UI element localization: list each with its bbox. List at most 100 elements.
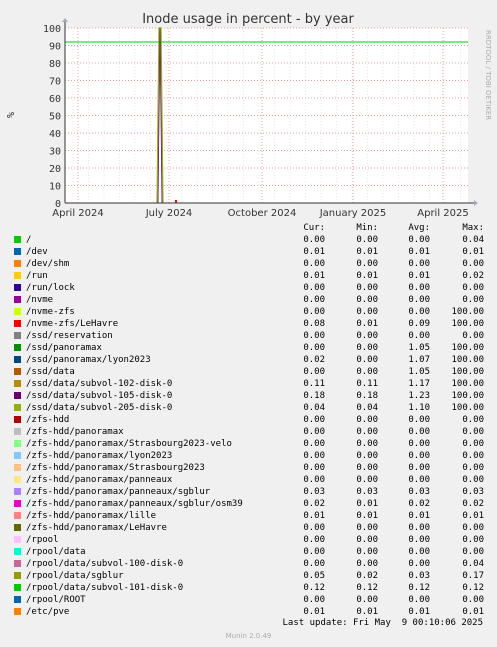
legend-avg-value: 0.00 xyxy=(408,475,430,485)
legend-max-value: 0.02 xyxy=(462,271,484,281)
legend-max-value: 0.00 xyxy=(462,415,484,425)
legend-label: /zfs-hdd/panoramax xyxy=(26,427,124,437)
legend-max-value: 0.17 xyxy=(462,571,484,581)
legend-row: /ssd/panoramax/lyon2023 0.02 0.00 1.07 100.0… xyxy=(0,354,497,366)
legend-avg-value: 0.00 xyxy=(408,307,430,317)
legend-cur-value: 0.08 xyxy=(303,319,325,329)
legend-min-value: 0.01 xyxy=(356,607,378,617)
legend-min-value: 0.00 xyxy=(356,535,378,545)
legend-label: /rpool/data/sgblur xyxy=(26,571,124,581)
legend-cur-value: 0.00 xyxy=(303,295,325,305)
legend-avg-value: 1.23 xyxy=(408,391,430,401)
legend-min-value: 0.11 xyxy=(356,379,378,389)
y-tick-label: 100 xyxy=(43,24,61,35)
legend-row: /etc/pve 0.01 0.01 0.01 0.01 xyxy=(0,606,497,618)
legend-avg-value: 0.02 xyxy=(408,499,430,509)
legend-min-value: 0.02 xyxy=(356,571,378,581)
munin-version: Munin 2.0.49 xyxy=(225,632,272,640)
legend-header-min: Min: xyxy=(356,223,378,233)
legend-min-value: 0.18 xyxy=(356,391,378,401)
legend-max-value: 0.02 xyxy=(462,499,484,509)
legend-min-value: 0.00 xyxy=(356,475,378,485)
legend-min-value: 0.00 xyxy=(356,367,378,377)
legend-min-value: 0.01 xyxy=(356,247,378,257)
y-tick-label: 40 xyxy=(49,129,61,140)
legend-max-value: 0.01 xyxy=(462,247,484,257)
legend-cur-value: 0.00 xyxy=(303,451,325,461)
legend-max-value: 0.00 xyxy=(462,475,484,485)
legend-cur-value: 0.00 xyxy=(303,283,325,293)
legend-swatch xyxy=(14,560,21,567)
legend-avg-value: 0.03 xyxy=(408,487,430,497)
legend-swatch xyxy=(14,572,21,579)
legend-max-value: 0.03 xyxy=(462,487,484,497)
legend-label: /ssd/panoramax xyxy=(26,343,102,353)
legend-row: / 0.00 0.00 0.00 0.04 xyxy=(0,234,497,246)
legend-cur-value: 0.00 xyxy=(303,463,325,473)
legend-avg-value: 0.00 xyxy=(408,427,430,437)
legend-label: /ssd/data/subvol-102-disk-0 xyxy=(26,379,173,389)
legend-swatch xyxy=(14,476,21,483)
legend-min-value: 0.00 xyxy=(356,547,378,557)
legend-max-value: 0.12 xyxy=(462,583,484,593)
legend-cur-value: 0.00 xyxy=(303,427,325,437)
legend-rows: / 0.00 0.00 0.00 0.04/dev 0.01 0.01 0.01 0.01/de… xyxy=(0,234,497,618)
legend-swatch xyxy=(14,428,21,435)
legend-row: /ssd/data/subvol-105-disk-0 0.18 0.18 1.23 1… xyxy=(0,390,497,402)
legend-label: /ssd/reservation xyxy=(26,331,113,341)
legend-label: /ssd/data xyxy=(26,367,75,377)
legend-cur-value: 0.00 xyxy=(303,415,325,425)
legend-row: /zfs-hdd/panoramax/lyon2023 0.00 0.00 0.00 0… xyxy=(0,450,497,462)
legend-min-value: 0.12 xyxy=(356,583,378,593)
legend-avg-value: 0.09 xyxy=(408,319,430,329)
legend-max-value: 0.00 xyxy=(462,331,484,341)
legend-swatch xyxy=(14,416,21,423)
legend-label: /ssd/data/subvol-205-disk-0 xyxy=(26,403,173,413)
legend-avg-value: 0.00 xyxy=(408,547,430,557)
legend-row: /ssd/reservation 0.00 0.00 0.00 0.00 xyxy=(0,330,497,342)
legend-row: /run 0.01 0.01 0.01 0.02 xyxy=(0,270,497,282)
legend-max-value: 0.00 xyxy=(462,463,484,473)
legend-label: /zfs-hdd/panoramax/panneaux/sgblur/osm39 xyxy=(26,499,243,509)
legend-avg-value: 0.00 xyxy=(408,235,430,245)
legend-cur-value: 0.01 xyxy=(303,511,325,521)
legend-label: /nvme-zfs xyxy=(26,307,75,317)
legend-cur-value: 0.00 xyxy=(303,595,325,605)
legend-min-value: 0.00 xyxy=(356,595,378,605)
legend-min-value: 0.01 xyxy=(356,511,378,521)
legend-label: /zfs-hdd xyxy=(26,415,70,425)
legend-row: /zfs-hdd/panoramax/panneaux/sgblur/osm39… xyxy=(0,498,497,510)
legend-cur-value: 0.12 xyxy=(303,583,325,593)
legend-swatch xyxy=(14,320,21,327)
legend-min-value: 0.03 xyxy=(356,487,378,497)
legend-min-value: 0.00 xyxy=(356,283,378,293)
legend-avg-value: 0.00 xyxy=(408,259,430,269)
legend-label: /rpool/data/subvol-101-disk-0 xyxy=(26,583,184,593)
legend-label: /nvme xyxy=(26,295,54,305)
legend-max-value: 0.00 xyxy=(462,451,484,461)
legend-swatch xyxy=(14,332,21,339)
legend-label: /run xyxy=(26,271,48,281)
legend-max-value: 0.00 xyxy=(462,595,484,605)
legend-max-value: 0.01 xyxy=(462,607,484,617)
legend-avg-value: 1.17 xyxy=(408,379,430,389)
legend-cur-value: 0.00 xyxy=(303,367,325,377)
legend-swatch xyxy=(14,500,21,507)
legend-swatch xyxy=(14,464,21,471)
legend-swatch xyxy=(14,584,21,591)
legend-min-value: 0.04 xyxy=(356,403,378,413)
legend-label: /run/lock xyxy=(26,283,75,293)
legend-cur-value: 0.05 xyxy=(303,571,325,581)
legend-row: /ssd/data/subvol-205-disk-0 0.04 0.04 1.10 1… xyxy=(0,402,497,414)
y-axis-arrow xyxy=(62,18,68,22)
legend-label: /nvme-zfs/LeHavre xyxy=(26,319,119,329)
legend-swatch xyxy=(14,452,21,459)
legend-min-value: 0.00 xyxy=(356,427,378,437)
legend-row: /ssd/data 0.00 0.00 1.05 100.00 xyxy=(0,366,497,378)
legend-cur-value: 0.00 xyxy=(303,235,325,245)
legend-swatch xyxy=(14,608,21,615)
legend-cur-value: 0.03 xyxy=(303,487,325,497)
x-axis-arrow xyxy=(474,200,478,206)
legend-header-avg: Avg: xyxy=(408,223,430,233)
legend-cur-value: 0.18 xyxy=(303,391,325,401)
